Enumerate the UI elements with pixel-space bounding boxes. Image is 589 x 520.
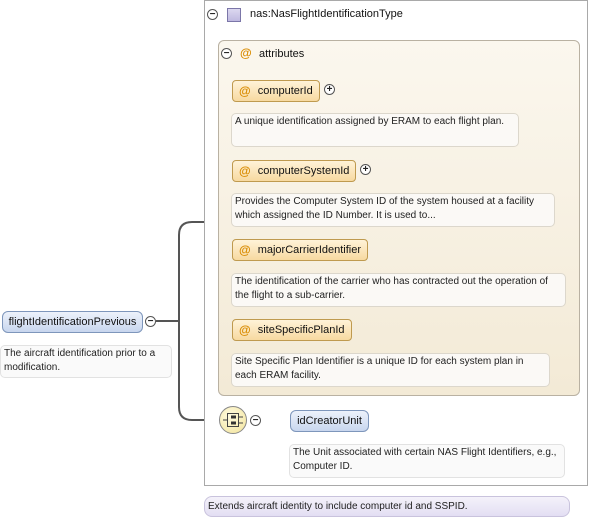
- sequence-collapse-icon[interactable]: −: [250, 415, 261, 426]
- type-collapse-icon[interactable]: −: [207, 9, 218, 20]
- attribute-name: computerSystemId: [257, 165, 350, 177]
- type-documentation: Extends aircraft identity to include com…: [204, 496, 570, 517]
- attribute-name: computerId: [257, 85, 313, 97]
- root-element-chip[interactable]: flightIdentificationPrevious: [2, 311, 143, 333]
- at-sign-icon: @: [239, 243, 251, 257]
- at-sign-icon: @: [239, 323, 251, 337]
- at-sign-icon: @: [239, 84, 251, 98]
- at-sign-icon: @: [239, 164, 251, 178]
- attribute-chip-siteSpecificPlanId[interactable]: @ siteSpecificPlanId: [232, 319, 352, 341]
- attribute-expand-icon[interactable]: +: [360, 164, 371, 175]
- attribute-description: Provides the Computer System ID of the s…: [231, 193, 555, 227]
- attribute-description: A unique identification assigned by ERAM…: [231, 113, 519, 147]
- sequence-compositor-icon[interactable]: [219, 406, 247, 434]
- attributes-collapse-icon[interactable]: −: [221, 48, 232, 59]
- complex-type-icon: [227, 8, 241, 22]
- root-collapse-icon[interactable]: −: [145, 316, 156, 327]
- attribute-expand-icon[interactable]: +: [324, 84, 335, 95]
- attribute-name: siteSpecificPlanId: [257, 324, 345, 336]
- attribute-name: majorCarrierIdentifier: [257, 244, 362, 256]
- child-element-description: The Unit associated with certain NAS Fli…: [289, 444, 565, 478]
- attributes-label: attributes: [259, 48, 305, 60]
- attribute-chip-computerSystemId[interactable]: @ computerSystemId: [232, 160, 357, 182]
- attribute-chip-majorCarrierIdentifier[interactable]: @ majorCarrierIdentifier: [232, 239, 369, 261]
- at-sign-icon: @: [240, 46, 252, 60]
- attribute-chip-computerId[interactable]: @ computerId: [232, 80, 320, 102]
- child-element-chip[interactable]: idCreatorUnit: [290, 410, 369, 432]
- root-element-description: The aircraft identification prior to a m…: [0, 345, 172, 378]
- type-title: nas:NasFlightIdentificationType: [250, 8, 403, 20]
- attribute-description: Site Specific Plan Identifier is a uniqu…: [231, 353, 550, 387]
- attribute-description: The identification of the carrier who ha…: [231, 273, 566, 307]
